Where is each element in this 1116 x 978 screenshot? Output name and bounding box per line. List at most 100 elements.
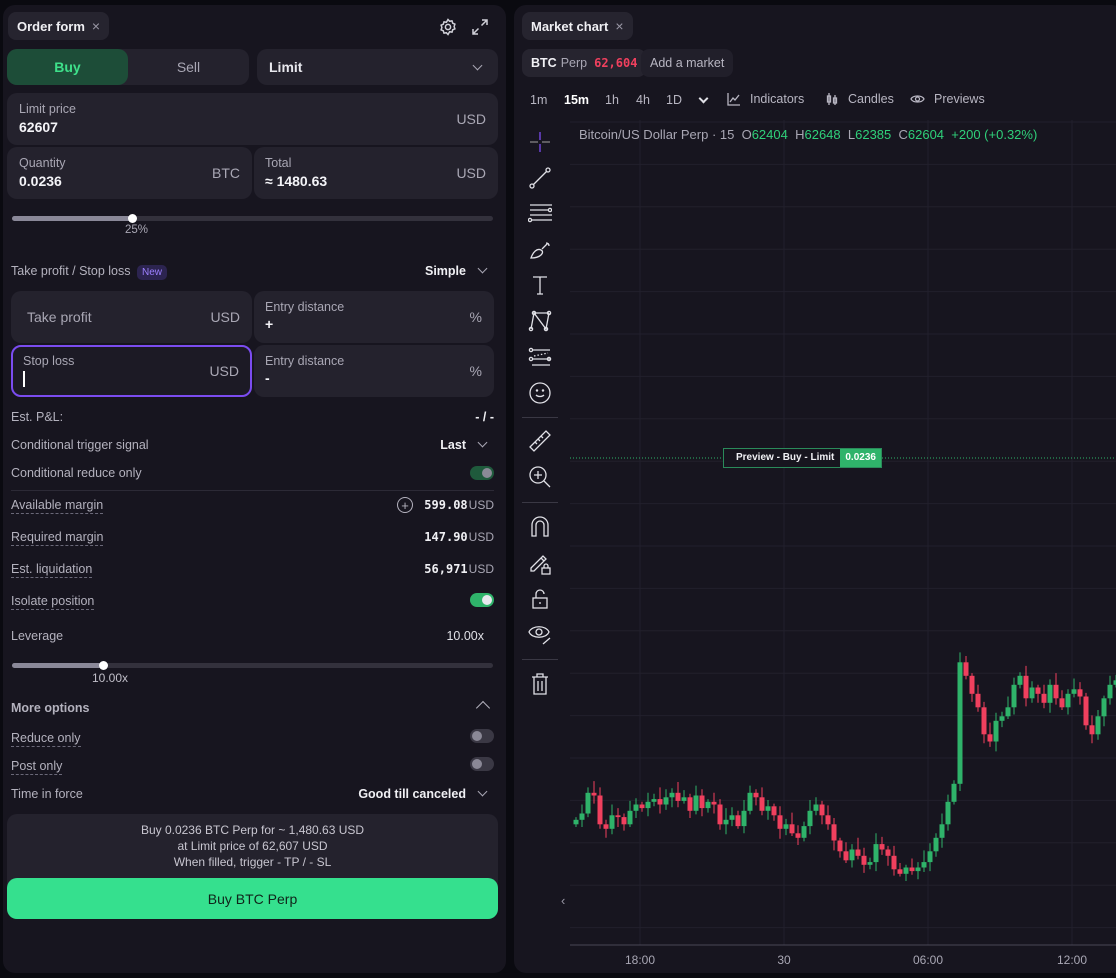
stop-loss-field[interactable]: Stop loss USD: [11, 345, 252, 397]
limit-price-field[interactable]: Limit price 62607 USD: [7, 93, 498, 145]
available-margin-label[interactable]: Available margin: [11, 498, 104, 514]
candle-body: [807, 810, 813, 827]
trend-line-icon[interactable]: [528, 166, 552, 190]
candles-button[interactable]: Candles: [825, 92, 894, 106]
magnet-icon[interactable]: [528, 514, 552, 538]
eye-icon: [910, 95, 925, 103]
crosshair-icon[interactable]: [528, 130, 552, 154]
pattern-icon[interactable]: [528, 309, 552, 333]
time-in-force-select[interactable]: Good till canceled: [320, 786, 466, 802]
candle-body: [945, 801, 951, 825]
market-chip-btc[interactable]: BTC Perp 62,604: [522, 49, 647, 77]
timeframe-1d[interactable]: 1D: [666, 93, 682, 107]
new-badge: New: [137, 265, 168, 280]
ruler-icon[interactable]: [528, 429, 552, 453]
divider: [11, 490, 494, 491]
limit-price-label: Limit price: [19, 102, 76, 116]
preview-order-label[interactable]: Preview - Buy - Limit 0.0236: [723, 448, 882, 468]
timeframe-1h[interactable]: 1h: [605, 93, 619, 107]
indicators-button[interactable]: Indicators: [727, 92, 804, 106]
candle-body: [885, 849, 891, 856]
timeframe-4h[interactable]: 4h: [636, 93, 650, 107]
timeframe-1m[interactable]: 1m: [530, 93, 547, 107]
reduce-only-toggle[interactable]: [470, 729, 494, 743]
candle-body: [687, 797, 693, 811]
candle-body: [1083, 696, 1089, 726]
candle-body: [579, 813, 585, 820]
tab-market-chart[interactable]: Market chart ×: [522, 12, 633, 40]
candle-body: [987, 734, 993, 742]
leverage-slider[interactable]: [12, 661, 493, 670]
legend-change: +200 (+0.32%): [951, 127, 1038, 142]
isolate-position-toggle[interactable]: [470, 593, 494, 607]
fib-lines-icon[interactable]: [528, 201, 552, 225]
required-margin-value: 147.90: [424, 530, 468, 544]
buy-tab[interactable]: Buy: [7, 49, 128, 85]
close-icon[interactable]: ×: [615, 18, 623, 34]
previews-button[interactable]: Previews: [910, 92, 985, 106]
post-only-label[interactable]: Post only: [11, 759, 63, 775]
candle-body: [1077, 689, 1083, 697]
sl-distance-label: Entry distance: [265, 354, 345, 368]
candle-body: [933, 837, 939, 852]
zoom-in-icon[interactable]: [528, 465, 552, 489]
cond-reduce-toggle[interactable]: [470, 466, 494, 480]
post-only-row: Post only: [11, 758, 251, 775]
sell-tab[interactable]: Sell: [128, 49, 249, 85]
hide-drawings-icon[interactable]: [528, 622, 552, 646]
text-tool-icon[interactable]: [528, 273, 552, 297]
required-margin-amount: 147.90USD: [400, 529, 494, 545]
tab-order-form[interactable]: Order form ×: [8, 12, 110, 40]
gear-icon[interactable]: [439, 18, 457, 39]
total-unit: USD: [456, 165, 486, 181]
trash-icon[interactable]: [528, 672, 552, 696]
take-profit-field[interactable]: Take profit USD: [11, 291, 252, 343]
timeframe-15m[interactable]: 15m: [564, 93, 589, 107]
emoji-icon[interactable]: [528, 381, 552, 405]
candle-body: [1071, 689, 1077, 694]
candle-body: [891, 855, 897, 870]
tpsl-mode-select[interactable]: Simple: [400, 263, 466, 279]
price-chart[interactable]: 18:00 30 06:00 12:00: [570, 120, 1116, 978]
reduce-only-label[interactable]: Reduce only: [11, 731, 81, 747]
candle-body: [603, 824, 609, 829]
candle-body: [717, 804, 723, 825]
est-pnl-label: Est. P&L:: [11, 410, 64, 424]
unlock-icon[interactable]: [528, 587, 552, 611]
est-liquidation-amount: 56,971USD: [400, 561, 494, 577]
more-options-label[interactable]: More options: [11, 700, 251, 716]
order-type-select[interactable]: Limit: [257, 49, 498, 85]
expand-icon[interactable]: [471, 18, 489, 39]
candle-body: [981, 707, 987, 735]
sl-distance-sign: -: [265, 370, 270, 386]
legend-open: 62404: [751, 127, 788, 142]
required-margin-label[interactable]: Required margin: [11, 530, 104, 546]
market-type: Perp: [560, 56, 588, 70]
candle-body: [855, 849, 861, 856]
size-slider[interactable]: [12, 214, 493, 223]
total-label: Total: [265, 156, 292, 170]
add-margin-icon[interactable]: +: [397, 497, 413, 513]
close-icon[interactable]: ×: [92, 18, 100, 34]
buy-submit-button[interactable]: Buy BTC Perp: [7, 878, 498, 919]
isolate-position-label[interactable]: Isolate position: [11, 594, 95, 610]
est-liquidation-label[interactable]: Est. liquidation: [11, 562, 93, 578]
candle-body: [645, 801, 651, 809]
est-pnl-value: - / -: [475, 410, 494, 424]
scroll-left-icon[interactable]: ‹: [561, 893, 565, 908]
sl-entry-distance-field[interactable]: Entry distance - %: [254, 345, 494, 397]
add-market-button[interactable]: Add a market: [641, 49, 734, 77]
tp-entry-distance-field[interactable]: Entry distance + %: [254, 291, 494, 343]
quantity-field[interactable]: Quantity 0.0236 BTC: [7, 147, 252, 199]
post-only-toggle[interactable]: [470, 757, 494, 771]
sl-distance-unit: %: [469, 363, 482, 379]
stop-loss-label: Stop loss: [23, 354, 75, 368]
lock-drawing-icon[interactable]: [528, 551, 552, 575]
trigger-signal-select[interactable]: Last: [400, 437, 466, 453]
brush-icon[interactable]: [528, 238, 552, 262]
toolbar-divider: [522, 502, 558, 503]
total-field[interactable]: Total ≈ 1480.63 USD: [254, 147, 498, 199]
projection-icon[interactable]: [528, 345, 552, 369]
candle-body: [1023, 675, 1029, 699]
reduce-only-row: Reduce only: [11, 730, 251, 747]
